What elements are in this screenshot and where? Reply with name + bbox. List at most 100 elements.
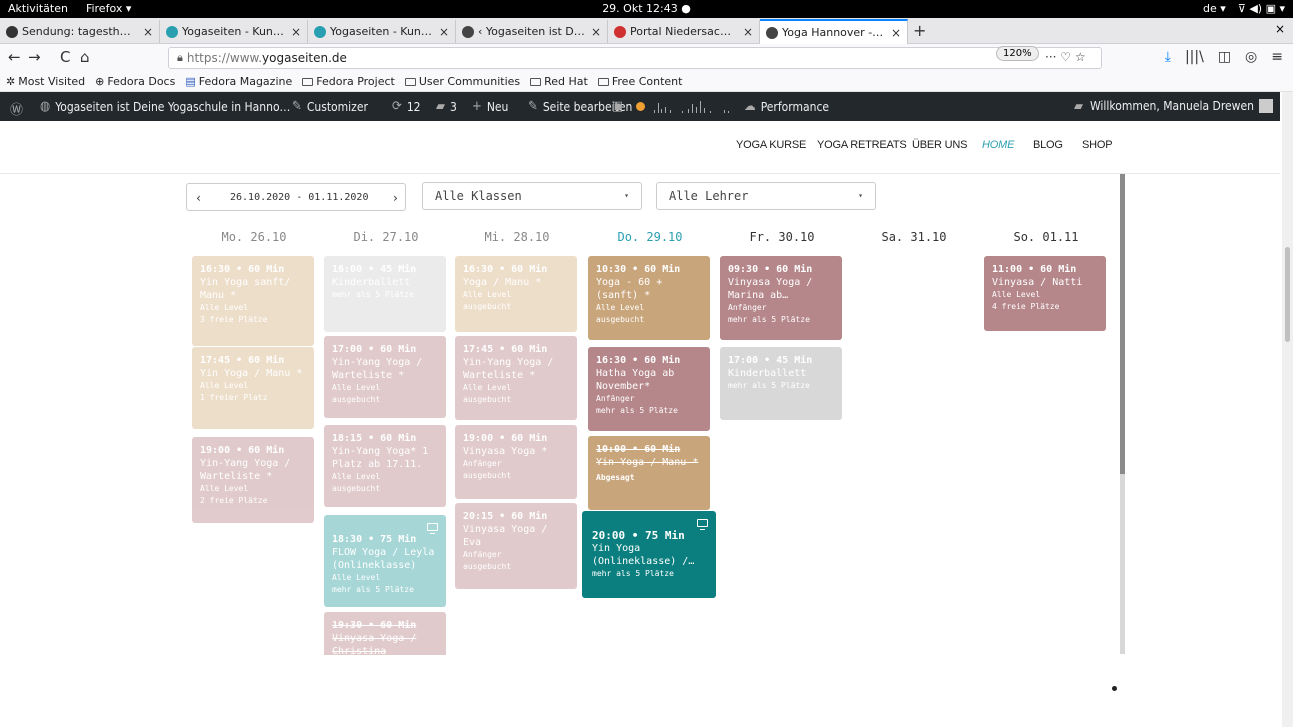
bookmark-free-content[interactable]: Free Content: [597, 75, 682, 88]
wp-new[interactable]: + Neu: [472, 99, 508, 114]
event-time: 16:30 • 60 Min: [200, 264, 285, 275]
class-event-card[interactable]: 20:15 • 60 Min Vinyasa Yoga / Eva Anfänger…: [455, 503, 577, 589]
class-event-card[interactable]: 16:00 • 45 Min Kinderballett mehr als 5 Pl…: [324, 256, 446, 332]
class-event-card[interactable]: 17:45 • 60 Min Yin Yoga / Manu * Alle Leve…: [192, 347, 314, 429]
new-tab-button[interactable]: +: [913, 21, 926, 40]
system-tray[interactable]: ⊽ ◀) ▣ ▾: [1238, 2, 1285, 15]
tab-yogaseiten-admin[interactable]: ‹ Yogaseiten ist Deine Yo ×: [456, 20, 608, 43]
sidebar-icon[interactable]: ◫: [1218, 49, 1231, 65]
date-range-picker[interactable]: ‹ 26.10.2020 - 01.11.2020 ›: [186, 183, 406, 211]
wp-notification-icon[interactable]: ▰: [1074, 99, 1083, 114]
nav-shop[interactable]: SHOP: [1082, 139, 1113, 151]
nav-yoga-kurse[interactable]: YOGA KURSE: [736, 139, 806, 151]
page-scrollbar-thumb[interactable]: [1285, 247, 1290, 342]
event-level: Alle Level: [200, 303, 249, 312]
tab-close-icon[interactable]: ×: [143, 25, 153, 39]
nav-ueber-uns[interactable]: ÜBER UNS: [912, 139, 967, 151]
forward-button[interactable]: →: [28, 48, 41, 66]
class-event-card[interactable]: 17:45 • 60 Min Yin-Yang Yoga / Warteliste…: [455, 336, 577, 420]
bookmark-fedora-docs[interactable]: ⊕ Fedora Docs: [95, 75, 175, 88]
event-time: 11:00 • 60 Min: [992, 264, 1077, 275]
schedule-scrollbar-thumb[interactable]: [1120, 174, 1125, 474]
bookmark-fedora-project[interactable]: Fedora Project: [302, 75, 395, 88]
refresh-icon: ⟳: [392, 99, 402, 114]
event-level: Alle Level: [463, 383, 512, 392]
wp-account[interactable]: Willkommen, Manuela Drewen: [1090, 99, 1273, 113]
class-event-card[interactable]: 17:00 • 45 Min Kinderballett mehr als 5 Pl…: [720, 347, 842, 420]
zoom-indicator[interactable]: 120%: [996, 46, 1039, 61]
wp-updates[interactable]: ⟳ 12: [392, 99, 421, 114]
event-title: Vinyasa / Natti: [992, 277, 1083, 288]
page-scrollbar[interactable]: [1282, 92, 1293, 727]
home-button[interactable]: ⌂: [80, 48, 90, 66]
menu-icon[interactable]: ≡: [1271, 49, 1283, 65]
wp-customizer[interactable]: ✎ Customizer: [292, 99, 368, 114]
class-event-card[interactable]: 11:00 • 60 Min Vinyasa / Natti Alle Level 4…: [984, 256, 1106, 331]
day-header: So. 01.11: [1013, 230, 1079, 244]
search-icon[interactable]: ⌕: [1264, 99, 1271, 114]
event-seats: 2 freie Plätze: [200, 496, 268, 505]
teacher-filter-select[interactable]: Alle Lehrer ▾: [656, 182, 876, 210]
tab-label: Yogaseiten - Kunden - Ev: [182, 25, 285, 38]
page-actions[interactable]: ··· ♡ ☆: [1045, 50, 1086, 64]
nav-blog[interactable]: BLOG: [1033, 139, 1063, 151]
tab-close-icon[interactable]: ×: [743, 25, 753, 39]
wp-status-dot-icon[interactable]: [636, 102, 645, 111]
lock-icon[interactable]: 🔒︎: [177, 51, 183, 65]
reload-button[interactable]: C: [60, 48, 70, 66]
bookmark-red-hat[interactable]: Red Hat: [530, 75, 588, 88]
bookmark-user-communities[interactable]: User Communities: [404, 75, 520, 88]
wordpress-logo-icon[interactable]: Ⓦ: [10, 99, 23, 118]
wp-comments[interactable]: ▰ 3: [436, 99, 457, 114]
app-menu[interactable]: Firefox ▾: [86, 2, 131, 15]
wp-site-name[interactable]: ◍ Yogaseiten ist Deine Yogaschule in Hann…: [40, 99, 290, 114]
class-event-card[interactable]: 16:30 • 60 Min Hatha Yoga ab November* Anf…: [588, 347, 710, 431]
tab-label: Yoga Hannover - Yogase: [782, 26, 885, 39]
bookmark-most-visited[interactable]: ✲ Most Visited: [6, 75, 85, 88]
brush-icon: ✎: [292, 99, 302, 114]
wp-stats-sparkline[interactable]: [652, 99, 742, 113]
url-bar[interactable]: 🔒︎ https://www. yogaseiten.de: [168, 47, 1102, 69]
class-event-card[interactable]: 16:30 • 60 Min Yin Yoga sanft/ Manu * Alle…: [192, 256, 314, 346]
nav-home[interactable]: HOME: [982, 139, 1014, 151]
tab-close-icon[interactable]: ×: [591, 25, 601, 39]
tab-yoga-hannover[interactable]: Yoga Hannover - Yogase ×: [760, 19, 908, 44]
class-event-card[interactable]: 10:00 • 60 Min Yin Yoga / Manu * Abgesagt: [588, 436, 710, 510]
activities-button[interactable]: Aktivitäten: [8, 2, 68, 15]
schedule-scrollbar[interactable]: [1120, 174, 1125, 654]
prev-week-button[interactable]: ‹: [195, 191, 202, 205]
tab-close-icon[interactable]: ×: [291, 25, 301, 39]
wp-seo-icon[interactable]: ▣: [612, 99, 623, 114]
clock[interactable]: 29. Okt 12:43 ●: [602, 2, 691, 15]
class-event-card[interactable]: 10:30 • 60 Min Yoga - 60 + (sanft) * Alle …: [588, 256, 710, 340]
magazine-icon: ▤: [185, 75, 196, 88]
download-icon[interactable]: ⤓: [1165, 49, 1171, 65]
wp-performance[interactable]: ☁ Performance: [744, 99, 829, 114]
language-selector[interactable]: de ▾: [1203, 2, 1226, 15]
bookmark-fedora-magazine[interactable]: ▤ Fedora Magazine: [185, 75, 292, 88]
class-event-card[interactable]: 09:30 • 60 Min Vinyasa Yoga / Marina ab… A…: [720, 256, 842, 340]
event-level: Alle Level: [332, 383, 381, 392]
account-icon[interactable]: ◎: [1245, 49, 1257, 65]
tab-yogaseiten-kunden-1[interactable]: Yogaseiten - Kunden - Ev ×: [160, 20, 308, 43]
class-event-card[interactable]: 16:30 • 60 Min Yoga / Manu * Alle Level aus…: [455, 256, 577, 332]
tab-close-icon[interactable]: ×: [439, 25, 449, 39]
tab-sendung[interactable]: Sendung: tagesthemen 2 ×: [0, 20, 160, 43]
event-title: Kinderballett: [332, 277, 411, 288]
library-icon[interactable]: |||\: [1185, 49, 1204, 65]
class-event-card[interactable]: 17:00 • 60 Min Yin-Yang Yoga / Warteliste…: [324, 336, 446, 418]
class-event-card[interactable]: 20:00 • 75 Min Yin Yoga (Onlineklasse) /……: [582, 511, 716, 598]
tab-yogaseiten-kunden-2[interactable]: Yogaseiten - Kunden - Ev ×: [308, 20, 456, 43]
tab-close-icon[interactable]: ×: [891, 26, 901, 40]
next-week-button[interactable]: ›: [392, 191, 399, 205]
class-event-card[interactable]: 19:00 • 60 Min Yin-Yang Yoga / Warteliste…: [192, 437, 314, 523]
back-button[interactable]: ←: [8, 48, 21, 66]
class-event-card[interactable]: 19:00 • 60 Min Vinyasa Yoga * Anfänger ausg…: [455, 425, 577, 499]
nav-yoga-retreats[interactable]: YOGA RETREATS: [817, 139, 907, 151]
event-time: 20:15 • 60 Min: [463, 511, 548, 522]
class-filter-select[interactable]: Alle Klassen ▾: [422, 182, 642, 210]
class-event-card[interactable]: 18:15 • 60 Min Yin-Yang Yoga* 1 Platz ab …: [324, 425, 446, 507]
close-window-icon[interactable]: ×: [1275, 22, 1285, 36]
tab-portal-niedersachsen[interactable]: Portal Niedersachsen ×: [608, 20, 760, 43]
class-event-card[interactable]: 18:30 • 75 Min FLOW Yoga / Leyla (Onlinek…: [324, 515, 446, 607]
